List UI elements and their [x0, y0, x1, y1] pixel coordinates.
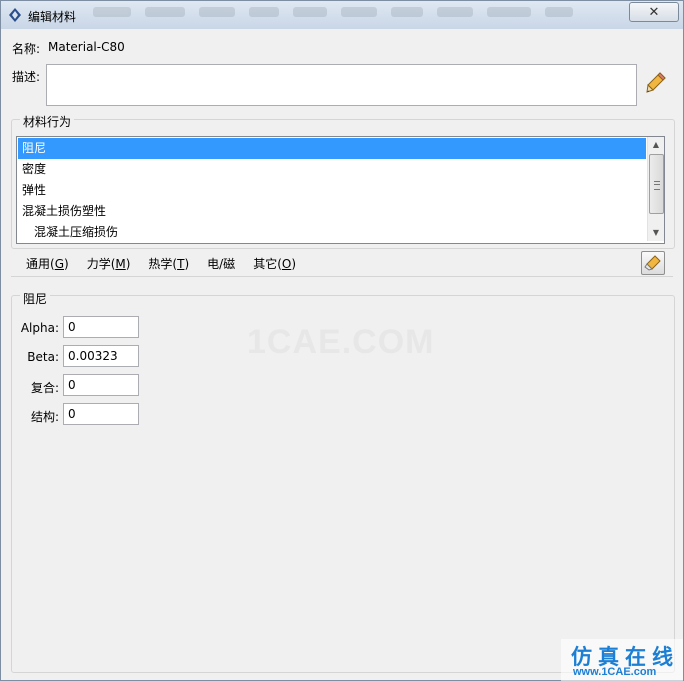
- menu-other[interactable]: 其它(O): [243, 255, 304, 272]
- edit-material-dialog: 编辑材料 ✕ 名称: Material-C80 描述: 材料行为 阻尼 密度 弹…: [0, 0, 684, 681]
- watermark-text: 1CAE.COM: [247, 323, 435, 361]
- behavior-menu-bar: 通用(G) 力学(M) 热学(T) 电/磁 其它(O): [16, 252, 636, 274]
- separator-line: [11, 276, 673, 277]
- scroll-thumb[interactable]: [649, 154, 664, 214]
- structural-input[interactable]: [63, 403, 139, 425]
- brand-watermark: 仿真在线 www.1CAE.com: [561, 639, 683, 681]
- structural-label: 结构:: [30, 410, 59, 424]
- scroll-up-arrow-icon[interactable]: ▲: [648, 137, 664, 153]
- material-behaviors-list[interactable]: 阻尼 密度 弹性 混凝土损伤塑性 混凝土压缩损伤 ▲ ▼: [16, 136, 665, 244]
- close-icon: ✕: [648, 4, 660, 20]
- beta-input[interactable]: [63, 345, 139, 367]
- list-item-density[interactable]: 密度: [18, 159, 646, 180]
- grip-icon: [654, 181, 660, 190]
- composite-input[interactable]: [63, 374, 139, 396]
- beta-label: Beta:: [27, 350, 59, 364]
- alpha-label: Alpha:: [20, 321, 59, 335]
- menu-mechanical[interactable]: 力学(M): [77, 255, 139, 272]
- blurred-background-toolbar: [93, 7, 613, 21]
- delete-behavior-button[interactable]: [641, 251, 665, 275]
- eraser-icon: [644, 255, 661, 271]
- list-scrollbar[interactable]: ▲ ▼: [647, 137, 664, 241]
- material-name-value: Material-C80: [48, 40, 125, 54]
- scroll-down-arrow-icon[interactable]: ▼: [648, 225, 664, 241]
- list-item-concrete-damaged-plasticity[interactable]: 混凝土损伤塑性: [18, 201, 646, 222]
- list-item-damping[interactable]: 阻尼: [18, 138, 646, 159]
- menu-electrical-magnetic[interactable]: 电/磁: [197, 255, 243, 272]
- description-label: 描述:: [12, 70, 41, 84]
- menu-general[interactable]: 通用(G): [16, 255, 77, 272]
- pencil-icon[interactable]: [645, 71, 667, 95]
- damping-group-title: 阻尼: [20, 290, 51, 307]
- list-item-concrete-compression-damage[interactable]: 混凝土压缩损伤: [18, 222, 646, 243]
- window-title: 编辑材料: [28, 10, 77, 24]
- close-button[interactable]: ✕: [629, 2, 679, 22]
- list-item-elastic[interactable]: 弹性: [18, 180, 646, 201]
- name-label: 名称:: [12, 42, 41, 56]
- abaqus-logo-icon: [9, 8, 21, 22]
- title-bar[interactable]: 编辑材料 ✕: [1, 1, 683, 29]
- material-behaviors-title: 材料行为: [20, 113, 75, 130]
- alpha-input[interactable]: [63, 316, 139, 338]
- menu-thermal[interactable]: 热学(T): [138, 255, 197, 272]
- description-field[interactable]: [46, 64, 637, 106]
- composite-label: 复合:: [30, 381, 59, 395]
- brand-url: www.1CAE.com: [573, 666, 657, 678]
